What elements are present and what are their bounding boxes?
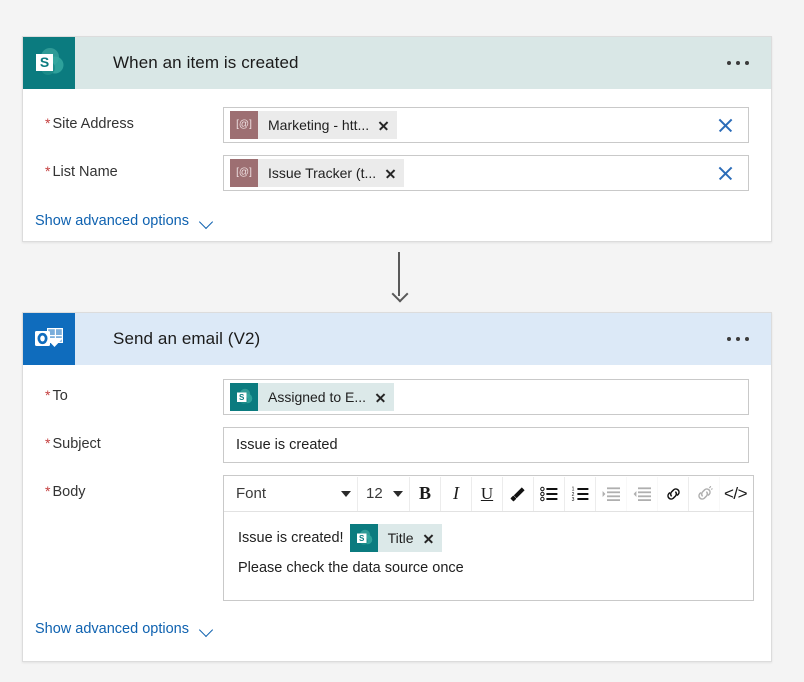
token-remove-icon[interactable] [375, 392, 386, 403]
action-ellipsis-menu[interactable] [727, 337, 749, 341]
site-address-input[interactable]: [@] Marketing - htt... [223, 107, 749, 143]
outdent-icon[interactable] [627, 476, 658, 511]
list-name-input[interactable]: [@] Issue Tracker (t... [223, 155, 749, 191]
code-view-button[interactable]: </> [720, 477, 751, 511]
italic-button[interactable]: I [441, 476, 472, 511]
svg-text:S: S [239, 393, 245, 402]
at-symbol-badge: [@] [230, 111, 258, 139]
trigger-card-header[interactable]: S When an item is created [23, 37, 771, 89]
token-label: Issue Tracker (t... [268, 165, 377, 181]
required-asterisk: * [45, 483, 51, 499]
token-remove-icon[interactable] [423, 533, 434, 544]
body-control: Font 12 B I U 1 2 3 </> Issue is created… [223, 475, 754, 601]
required-asterisk: * [45, 163, 51, 179]
to-row: * To S Assigned to E... [23, 379, 771, 415]
site-address-control: [@] Marketing - htt... [223, 107, 749, 143]
svg-text:3: 3 [571, 497, 574, 502]
chevron-down-icon [393, 490, 403, 497]
body-line-1-text: Issue is created! [238, 530, 344, 546]
bold-button[interactable]: B [410, 476, 441, 511]
rte-content-area[interactable]: Issue is created! S Title Please check t… [224, 512, 753, 600]
action-card-header[interactable]: Send an email (V2) [23, 313, 771, 365]
link-icon[interactable] [658, 476, 689, 511]
token-remove-icon[interactable] [385, 168, 396, 179]
chevron-down-icon [200, 625, 215, 634]
body-line-1: Issue is created! S Title [238, 524, 739, 552]
list-name-row: * List Name [@] Issue Tracker (t... [23, 155, 771, 191]
token-body: Marketing - htt... [258, 111, 398, 139]
highlighter-icon[interactable] [503, 476, 534, 511]
action-advanced-label: Show advanced options [35, 621, 189, 637]
body-line-2: Please check the data source once [238, 560, 464, 576]
ellipsis-dot [736, 337, 740, 341]
to-label: * To [45, 387, 68, 404]
site-address-token[interactable]: [@] Marketing - htt... [230, 111, 398, 139]
clear-list-name-icon[interactable] [717, 165, 734, 182]
ellipsis-dot [727, 337, 731, 341]
subject-value: Issue is created [236, 437, 338, 453]
trigger-card-title: When an item is created [113, 53, 299, 72]
at-symbol-badge: [@] [230, 159, 258, 187]
subject-control: Issue is created [223, 427, 749, 463]
arrow-head [391, 288, 407, 304]
required-asterisk: * [45, 435, 51, 451]
to-token[interactable]: S Assigned to E... [230, 383, 395, 411]
token-label: Marketing - htt... [268, 117, 370, 133]
subject-row: * Subject Issue is created [23, 427, 771, 463]
font-size-dropdown[interactable]: 12 [358, 476, 410, 511]
svg-text:S: S [40, 54, 49, 70]
bulleted-list-icon[interactable] [534, 476, 565, 511]
subject-input[interactable]: Issue is created [223, 427, 749, 463]
chevron-down-icon [341, 490, 351, 497]
outlook-icon [23, 313, 75, 365]
ellipsis-dot [745, 61, 749, 65]
action-show-advanced-options[interactable]: Show advanced options [23, 621, 215, 637]
to-control: S Assigned to E... [223, 379, 749, 415]
action-card: Send an email (V2) * To S Assigned to E.… [22, 312, 772, 662]
ellipsis-dot [745, 337, 749, 341]
subject-label: * Subject [45, 435, 101, 452]
list-name-label: * List Name [45, 163, 118, 180]
to-input[interactable]: S Assigned to E... [223, 379, 749, 415]
title-token[interactable]: S Title [349, 524, 442, 552]
chevron-down-icon [200, 217, 215, 226]
body-row: * Body Font 12 B I U 1 2 3 </> Issue is … [23, 475, 771, 601]
font-family-dropdown[interactable]: Font [226, 476, 358, 511]
sharepoint-badge: S [230, 383, 258, 411]
sharepoint-icon: S [23, 37, 75, 89]
clear-site-address-icon[interactable] [717, 117, 734, 134]
flow-designer-canvas: S When an item is created * Site Address … [0, 0, 804, 682]
list-name-token[interactable]: [@] Issue Tracker (t... [230, 159, 405, 187]
token-body: Title [377, 524, 442, 552]
required-asterisk: * [45, 387, 51, 403]
ellipsis-dot [727, 61, 731, 65]
flow-connector-arrow [391, 252, 407, 306]
rte-toolbar: Font 12 B I U 1 2 3 </> [224, 476, 753, 512]
sharepoint-badge: S [349, 524, 378, 552]
token-body: Assigned to E... [258, 383, 395, 411]
trigger-card: S When an item is created * Site Address … [22, 36, 772, 242]
font-size-value: 12 [366, 485, 383, 502]
ellipsis-dot [736, 61, 740, 65]
site-address-label: * Site Address [45, 115, 134, 132]
svg-text:S: S [359, 534, 365, 543]
font-family-value: Font [236, 485, 267, 502]
indent-icon[interactable] [596, 476, 627, 511]
token-label: Assigned to E... [268, 389, 367, 405]
underline-button[interactable]: U [472, 476, 503, 511]
list-name-control: [@] Issue Tracker (t... [223, 155, 749, 191]
unlink-icon[interactable] [689, 476, 720, 511]
token-body: Issue Tracker (t... [258, 159, 405, 187]
token-label: Title [387, 530, 414, 546]
body-label: * Body [45, 483, 86, 500]
rich-text-editor[interactable]: Font 12 B I U 1 2 3 </> Issue is created… [223, 475, 754, 601]
action-card-title: Send an email (V2) [113, 329, 261, 348]
trigger-ellipsis-menu[interactable] [727, 61, 749, 65]
token-remove-icon[interactable] [378, 120, 389, 131]
required-asterisk: * [45, 115, 51, 131]
numbered-list-icon[interactable]: 1 2 3 [565, 476, 596, 511]
trigger-advanced-label: Show advanced options [35, 213, 189, 229]
site-address-row: * Site Address [@] Marketing - htt... [23, 107, 771, 143]
trigger-show-advanced-options[interactable]: Show advanced options [23, 213, 215, 229]
